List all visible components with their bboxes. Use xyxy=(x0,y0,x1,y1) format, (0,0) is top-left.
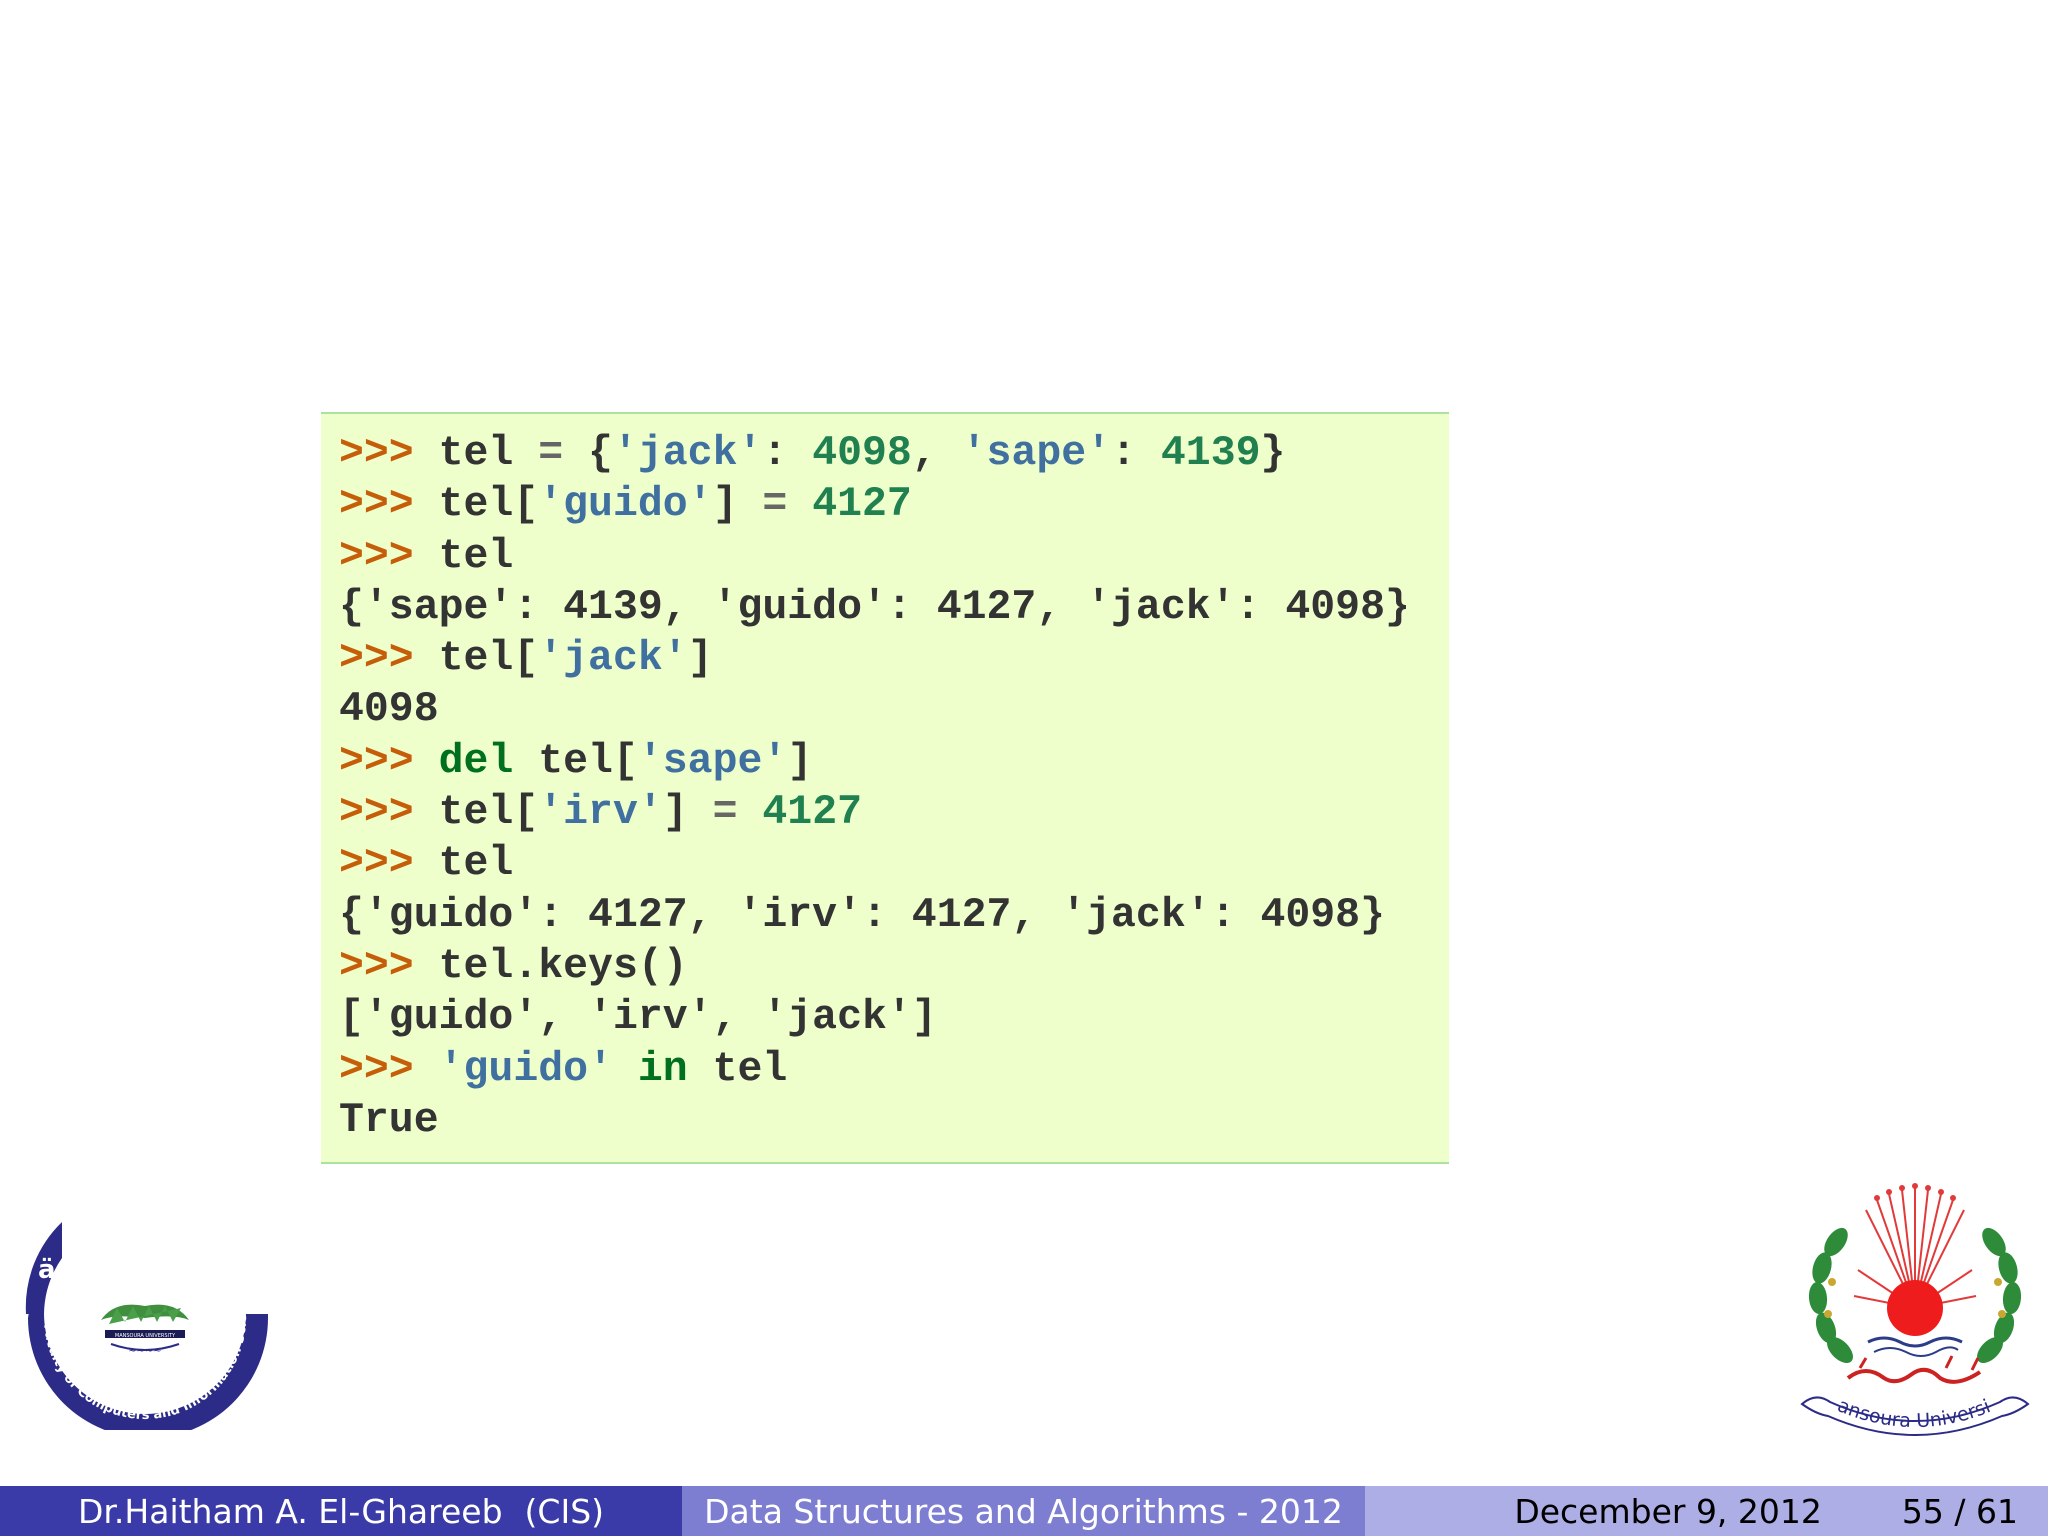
code-token: in xyxy=(637,1045,688,1093)
code-token: 'guido' xyxy=(438,1045,613,1093)
code-line: {'sape': 4139, 'guido': 4127, 'jack': 40… xyxy=(339,582,1410,633)
presentation-date: December 9, 2012 xyxy=(1514,1491,1822,1531)
code-token: ] xyxy=(787,737,813,785)
code-token: 'jack' xyxy=(612,430,763,477)
author-name: Dr.Haitham A. El-Ghareeb xyxy=(77,1491,503,1531)
code-token: tel[ xyxy=(413,481,539,529)
code-token: tel[ xyxy=(413,789,539,837)
code-token: tel[ xyxy=(413,635,539,683)
code-token: : xyxy=(762,430,813,477)
code-token: tel[ xyxy=(513,737,638,785)
faculty-logo-icon: ä ä MANSOURA UNIVERSITY ~~~~ Faculty of … xyxy=(22,1218,268,1430)
prompt-token: >>> xyxy=(339,840,414,888)
code-token: 4098 xyxy=(812,430,912,477)
code-token: = xyxy=(762,481,788,529)
footer-author-section: Dr.Haitham A. El-Ghareeb (CIS) xyxy=(0,1486,682,1536)
code-token: {'sape': 4139, 'guido': 4127, 'jack': 40… xyxy=(339,583,1410,631)
code-line: >>> tel xyxy=(339,531,1410,582)
code-line: >>> 'guido' in tel xyxy=(339,1044,1410,1095)
code-token: : xyxy=(1111,430,1161,477)
code-line: >>> tel['guido'] = 4127 xyxy=(339,479,1410,530)
code-token: del xyxy=(438,737,514,785)
code-line: {'guido': 4127, 'irv': 4127, 'jack': 409… xyxy=(339,890,1410,941)
course-title: Data Structures and Algorithms - 2012 xyxy=(704,1491,1343,1531)
prompt-token: >>> xyxy=(339,737,414,785)
svg-text:ä: ä xyxy=(38,1255,56,1285)
code-line: >>> del tel['sape'] xyxy=(339,736,1410,787)
code-token: 4127 xyxy=(812,481,912,529)
code-line: >>> tel['jack'] xyxy=(339,633,1410,684)
svg-text:~~~~: ~~~~ xyxy=(128,1346,162,1357)
page-number: 55 / 61 xyxy=(1901,1491,2018,1531)
author-affiliation: (CIS) xyxy=(524,1491,605,1531)
code-token: ] xyxy=(712,481,763,529)
prompt-token: >>> xyxy=(339,635,414,683)
code-token: True xyxy=(339,1096,439,1144)
code-token: ['guido', 'irv', 'jack'] xyxy=(339,994,937,1042)
code-block: >>> tel = {'jack': 4098, 'sape': 4139} >>… xyxy=(321,412,1449,1164)
mansoura-university-logo-icon: Mansoura University xyxy=(1796,1178,2030,1436)
code-token: 4098 xyxy=(339,686,439,734)
code-token: = xyxy=(538,430,564,477)
code-token: } xyxy=(1260,430,1286,477)
code-line: >>> tel.keys() xyxy=(339,941,1410,992)
code-token: tel.keys() xyxy=(413,942,688,990)
code-token: 'irv' xyxy=(538,789,663,837)
code-line: >>> tel xyxy=(339,838,1410,889)
code-token: ] xyxy=(662,789,713,837)
code-token: tel xyxy=(413,840,514,888)
code-token: 'jack' xyxy=(538,635,688,683)
code-token: { xyxy=(563,430,613,477)
code-line: 4098 xyxy=(339,684,1410,735)
python-session: >>> tel = {'jack': 4098, 'sape': 4139} >>… xyxy=(339,428,1410,1146)
code-line: >>> tel['irv'] = 4127 xyxy=(339,787,1410,838)
code-token: 'sape' xyxy=(961,430,1112,477)
code-token: tel xyxy=(687,1045,788,1093)
code-token: , xyxy=(911,430,962,477)
code-token: tel xyxy=(413,532,514,580)
code-line: ['guido', 'irv', 'jack'] xyxy=(339,992,1410,1043)
code-token: tel xyxy=(413,430,539,477)
code-line: >>> tel = {'jack': 4098, 'sape': 4139} xyxy=(339,428,1410,479)
code-line: True xyxy=(339,1095,1410,1146)
prompt-token: >>> xyxy=(339,481,414,529)
prompt-token: >>> xyxy=(339,942,414,990)
slide-footer: Dr.Haitham A. El-Ghareeb (CIS) Data Stru… xyxy=(0,1486,2048,1536)
footer-date-section: December 9, 2012 55 / 61 xyxy=(1365,1486,2048,1536)
svg-text:MANSOURA UNIVERSITY: MANSOURA UNIVERSITY xyxy=(115,1333,176,1339)
prompt-token: >>> xyxy=(339,430,414,477)
code-token: 'guido' xyxy=(538,481,713,529)
footer-title-section: Data Structures and Algorithms - 2012 xyxy=(682,1486,1365,1536)
code-token: = xyxy=(712,789,738,837)
code-token: {'guido': 4127, 'irv': 4127, 'jack': 409… xyxy=(339,891,1385,939)
prompt-token: >>> xyxy=(339,789,414,837)
prompt-token: >>> xyxy=(339,1045,414,1093)
code-token: ] xyxy=(687,635,713,683)
code-token: 'sape' xyxy=(637,737,788,785)
code-token: 4127 xyxy=(762,789,863,837)
code-token: 4139 xyxy=(1160,430,1261,477)
prompt-token: >>> xyxy=(339,532,414,580)
